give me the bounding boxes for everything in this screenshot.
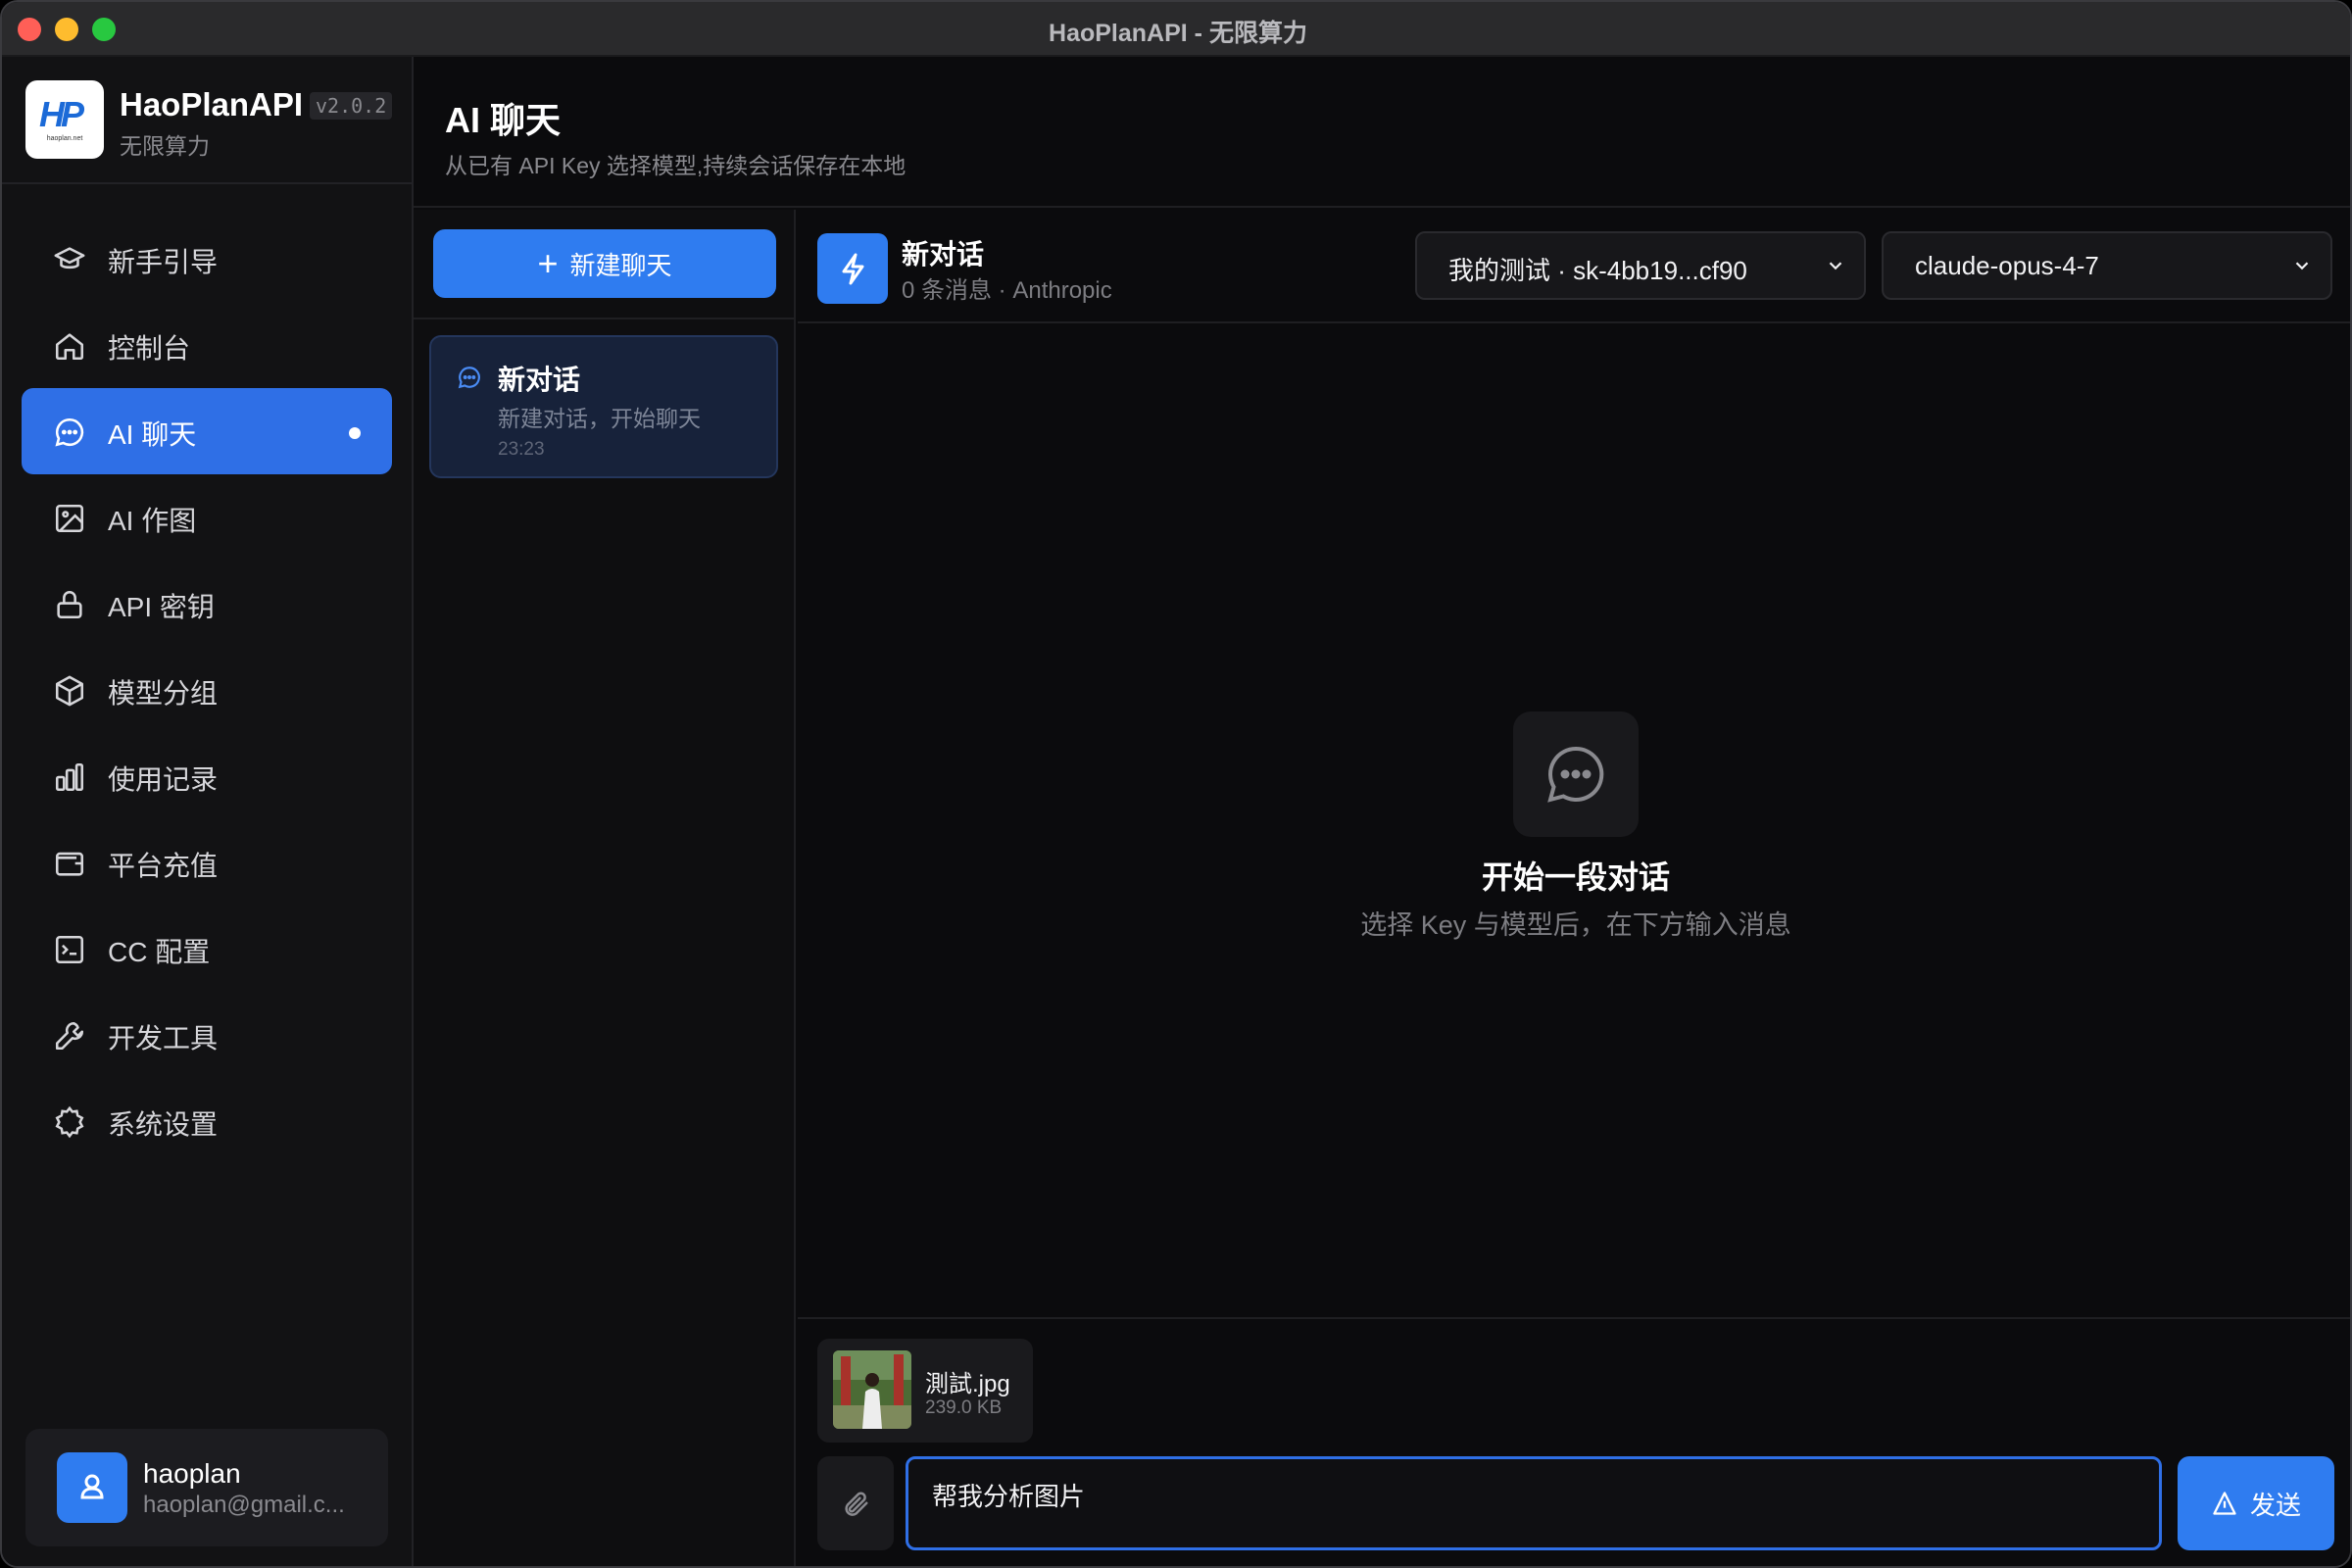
title-bar: HaoPlanAPI - 无限算力 [2, 2, 2350, 57]
sidebar-item-cc-config[interactable]: CC 配置 [22, 906, 392, 992]
bar-chart-icon [55, 762, 84, 792]
sidebar-item-guide[interactable]: 新手引导 [22, 216, 392, 302]
send-icon [2213, 1492, 2236, 1515]
sidebar-item-api-keys[interactable]: API 密钥 [22, 561, 392, 647]
chat-bubble-icon [1547, 746, 1604, 803]
sidebar-item-ai-chat[interactable]: AI 聊天 [22, 388, 392, 474]
chat-bubble-icon [55, 417, 84, 447]
brand-tagline: 无限算力 [120, 133, 210, 159]
conversation-list-panel: + 新建聊天 新对话 新建对话，开始聊天 23:23 [414, 210, 796, 1566]
sidebar-item-label: 系统设置 [108, 1109, 219, 1140]
lock-icon [57, 591, 82, 619]
sidebar-item-model-groups[interactable]: 模型分组 [22, 647, 392, 733]
chevron-down-icon [2295, 262, 2309, 270]
api-key-select-value: 我的测试 · sk-4bb19...cf90 [1448, 256, 1747, 285]
chat-title: 新对话 [902, 239, 985, 270]
attachment-file-size: 239.0 KB [925, 1397, 1003, 1418]
new-chat-label: 新建聊天 [569, 250, 672, 280]
conversation-item[interactable]: 新对话 新建对话，开始聊天 23:23 [429, 335, 778, 478]
conversation-list-toolbar: + 新建聊天 [414, 210, 794, 319]
gear-icon [55, 1105, 84, 1139]
chat-bubble-icon [458, 367, 480, 389]
chevron-down-icon [1829, 262, 1842, 270]
sidebar-item-console[interactable]: 控制台 [22, 302, 392, 388]
chat-area: 新对话 0 条消息 · Anthropic 我的测试 · sk-4bb19...… [798, 210, 2350, 1566]
user-icon [80, 1474, 104, 1499]
empty-state-title: 开始一段对话 [1481, 859, 1670, 895]
sidebar-item-label: 新手引导 [108, 247, 219, 277]
sidebar-item-label: AI 聊天 [108, 419, 197, 450]
version-badge: v2.0.2 [310, 92, 393, 120]
attach-file-button[interactable] [817, 1456, 894, 1550]
chat-header: 新对话 0 条消息 · Anthropic 我的测试 · sk-4bb19...… [798, 210, 2350, 323]
sidebar-item-label: 使用记录 [108, 764, 219, 795]
model-select-value: claude-opus-4-7 [1915, 251, 2099, 280]
chat-avatar [817, 233, 888, 304]
app-logo: HP haoplan.net [25, 80, 104, 159]
empty-state-subtitle: 选择 Key 与模型后，在下方输入消息 [1360, 910, 1791, 940]
chat-meta: 0 条消息 · Anthropic [902, 277, 1112, 304]
paperclip-icon [845, 1492, 868, 1516]
user-email: haoplan@gmail.c... [143, 1492, 345, 1518]
sidebar-item-usage[interactable]: 使用记录 [22, 733, 392, 819]
image-icon [55, 504, 84, 533]
model-select[interactable]: claude-opus-4-7 [1882, 231, 2332, 300]
message-input[interactable]: 帮我分析图片 [906, 1456, 2162, 1550]
lightning-icon [842, 253, 864, 285]
send-label: 发送 [2249, 1490, 2301, 1520]
window-title: HaoPlanAPI - 无限算力 [1049, 20, 1307, 47]
sidebar-item-label: 控制台 [108, 333, 191, 364]
sidebar: HP haoplan.net HaoPlanAPI v2.0.2 无限算力 新手… [2, 57, 414, 1566]
active-indicator-dot [349, 427, 361, 439]
sidebar-item-label: 平台充值 [108, 851, 219, 881]
page-title: AI 聊天 [445, 100, 562, 140]
user-name: haoplan [143, 1458, 241, 1489]
graduation-cap-icon [54, 247, 85, 270]
sidebar-item-settings[interactable]: 系统设置 [22, 1078, 392, 1164]
sidebar-item-label: 开发工具 [108, 1023, 219, 1054]
message-composer: 測試.jpg 239.0 KB 帮我分析图片 发送 [798, 1317, 2350, 1566]
sidebar-item-dev-tools[interactable]: 开发工具 [22, 992, 392, 1078]
plus-icon: + [537, 243, 559, 283]
sidebar-nav: 新手引导 控制台 AI 聊天 AI 作图 API 密钥 模型分组 使用记录 平台… [22, 216, 392, 1164]
avatar [57, 1452, 127, 1523]
sidebar-item-recharge[interactable]: 平台充值 [22, 819, 392, 906]
attachment-chip[interactable]: 測試.jpg 239.0 KB [817, 1339, 1033, 1443]
page-subtitle: 从已有 API Key 选择模型,持续会话保存在本地 [445, 153, 906, 178]
user-profile-card[interactable]: haoplan haoplan@gmail.c... [25, 1429, 388, 1546]
wrench-icon [55, 1021, 84, 1051]
conversation-title: 新对话 [498, 365, 581, 395]
sidebar-item-label: API 密钥 [108, 592, 215, 622]
sidebar-item-label: AI 作图 [108, 506, 197, 536]
cube-icon [55, 675, 84, 707]
new-chat-button[interactable]: + 新建聊天 [433, 229, 776, 298]
brand-header: HP haoplan.net HaoPlanAPI v2.0.2 无限算力 [2, 57, 412, 184]
empty-state-icon-box [1513, 711, 1639, 837]
conversation-preview: 新建对话，开始聊天 [498, 406, 701, 431]
brand-name: HaoPlanAPI [120, 86, 304, 122]
sidebar-item-label: 模型分组 [108, 678, 219, 709]
conversation-time: 23:23 [498, 439, 545, 460]
send-button[interactable]: 发送 [2178, 1456, 2334, 1550]
attachment-file-name: 測試.jpg [925, 1371, 1010, 1397]
app-window: HaoPlanAPI - 无限算力 HP haoplan.net HaoPlan… [0, 0, 2352, 1568]
attachment-thumbnail [833, 1350, 911, 1429]
sidebar-item-ai-image[interactable]: AI 作图 [22, 474, 392, 561]
home-icon [55, 333, 84, 361]
wallet-icon [55, 852, 84, 876]
terminal-icon [55, 935, 84, 964]
api-key-select[interactable]: 我的测试 · sk-4bb19...cf90 [1415, 231, 1866, 300]
sidebar-item-label: CC 配置 [108, 937, 211, 967]
page-header: AI 聊天 从已有 API Key 选择模型,持续会话保存在本地 [414, 57, 2350, 208]
